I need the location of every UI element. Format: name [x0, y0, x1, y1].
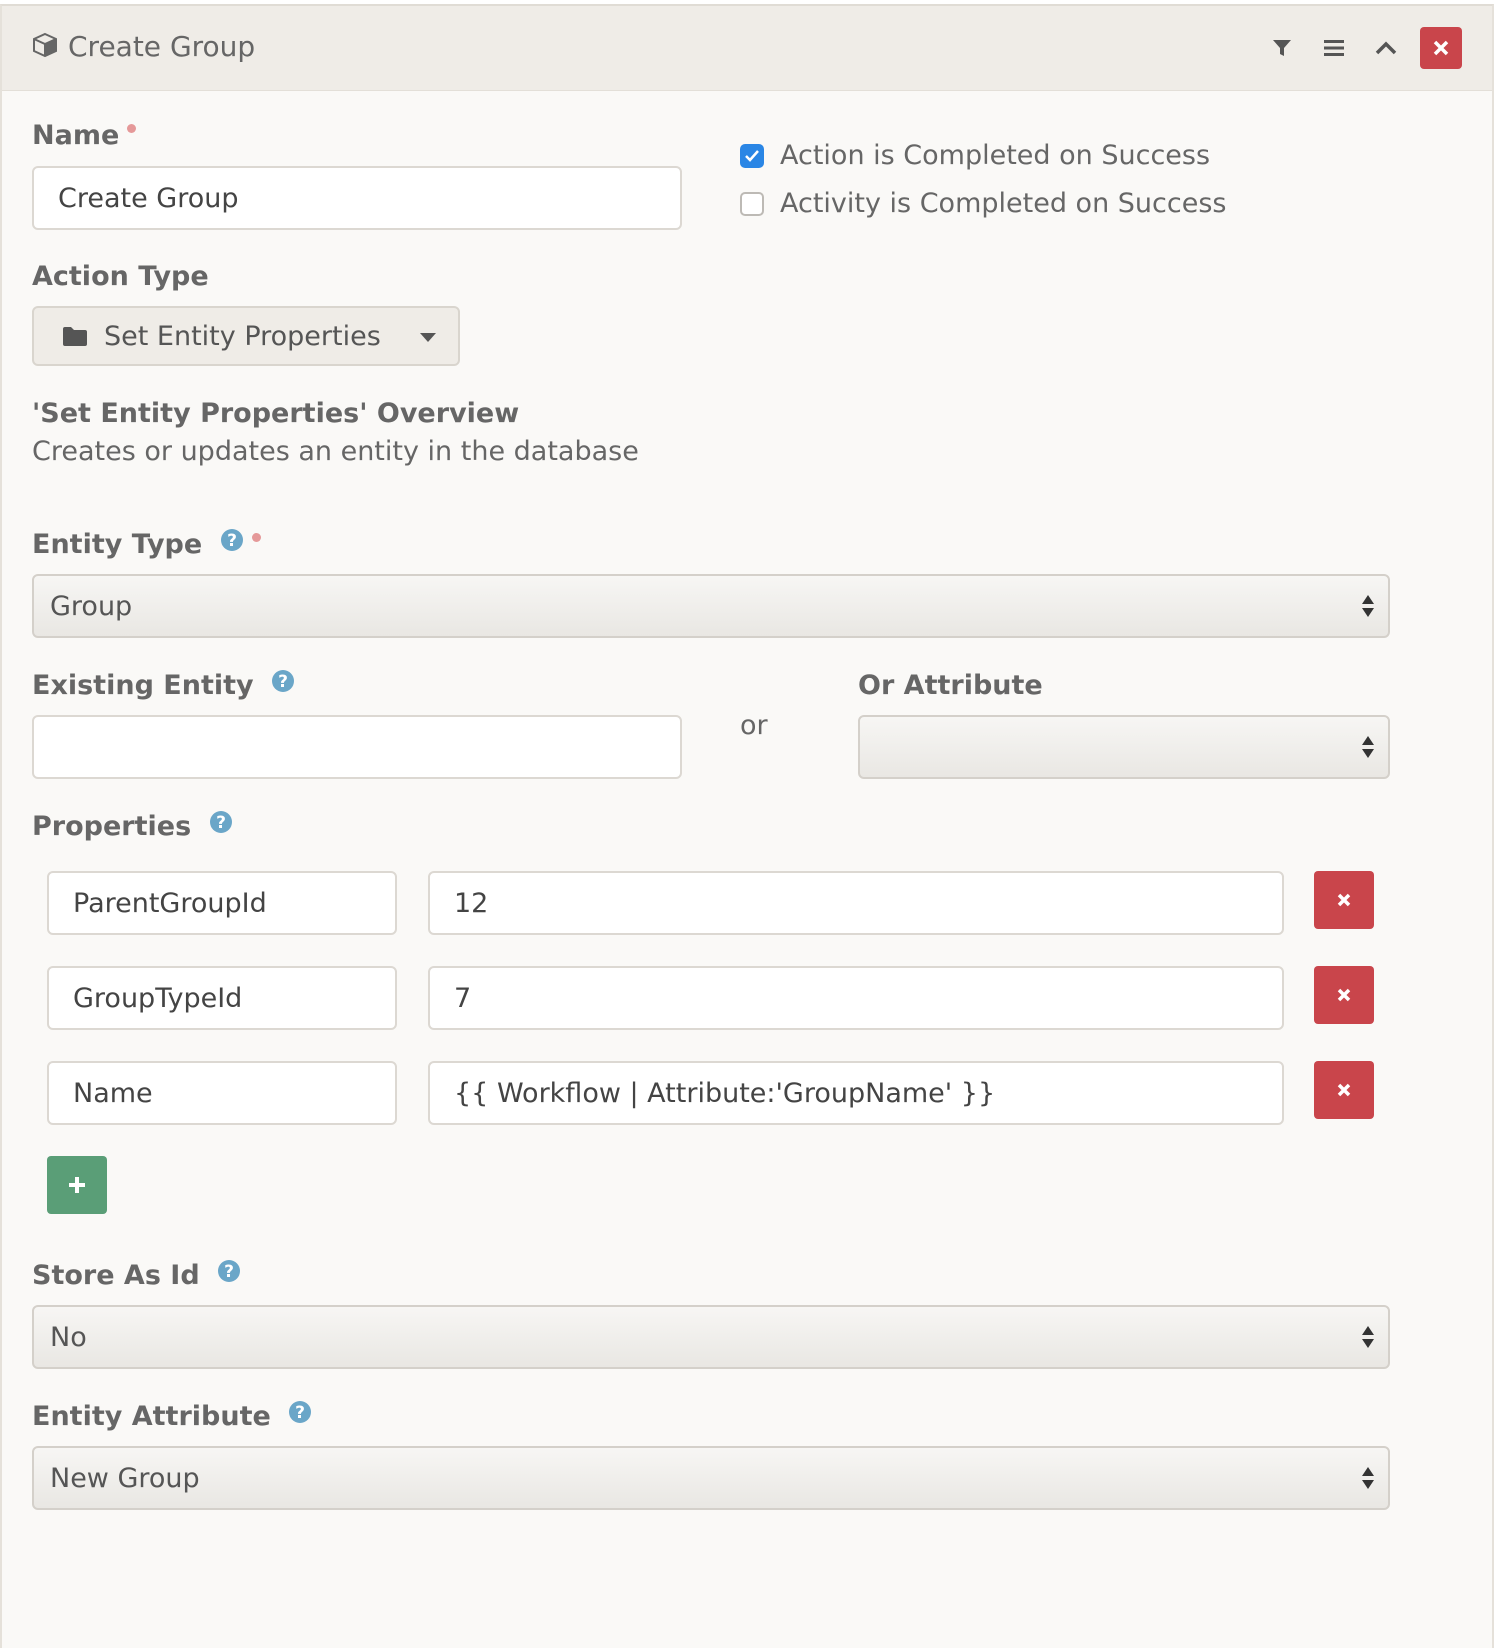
property-value-input[interactable]: {{ Workflow | Attribute:'GroupName' }} [428, 1061, 1284, 1125]
overview-title: 'Set Entity Properties' Overview [32, 398, 520, 429]
store-as-id-label: Store As Id ? [32, 1260, 241, 1291]
action-type-value: Set Entity Properties [104, 320, 381, 352]
menu-button[interactable] [1312, 26, 1356, 70]
activity-completed-checkbox-row[interactable]: Activity is Completed on Success [740, 188, 1226, 219]
caret-down-icon [420, 333, 436, 342]
close-icon [1337, 893, 1351, 907]
cube-icon [32, 32, 58, 62]
existing-entity-input[interactable] [32, 715, 682, 779]
remove-property-button[interactable] [1314, 871, 1374, 929]
help-icon[interactable]: ? [271, 669, 295, 700]
panel-header: Create Group [2, 6, 1492, 91]
action-type-dropdown[interactable]: Set Entity Properties [32, 306, 460, 366]
add-property-button[interactable] [47, 1156, 107, 1214]
remove-property-button[interactable] [1314, 1061, 1374, 1119]
entity-type-value: Group [50, 590, 133, 622]
remove-property-button[interactable] [1314, 966, 1374, 1024]
property-key-input[interactable]: GroupTypeId [47, 966, 397, 1030]
select-arrows-icon [1362, 595, 1374, 617]
svg-text:?: ? [224, 1262, 234, 1282]
panel-title: Create Group [68, 30, 256, 63]
or-text: or [740, 710, 768, 741]
activity-completed-checkbox[interactable] [740, 191, 764, 216]
select-arrows-icon [1362, 1326, 1374, 1348]
header-tools [1252, 26, 1462, 70]
entity-attribute-label: Entity Attribute ? [32, 1401, 312, 1432]
svg-text:?: ? [295, 1403, 305, 1423]
action-completed-label: Action is Completed on Success [780, 140, 1211, 171]
svg-text:?: ? [216, 813, 226, 833]
help-icon[interactable]: ? [220, 528, 244, 559]
entity-type-label: Entity Type ? [32, 529, 261, 560]
chevron-up-icon [1375, 41, 1397, 55]
help-icon[interactable]: ? [288, 1400, 312, 1431]
help-icon[interactable]: ? [217, 1259, 241, 1290]
action-completed-checkbox[interactable] [740, 143, 764, 168]
action-type-label: Action Type [32, 261, 209, 292]
header-title-group: Create Group [32, 30, 255, 63]
existing-entity-label: Existing Entity ? [32, 670, 295, 701]
required-indicator [127, 124, 137, 133]
menu-icon [1324, 40, 1344, 56]
plus-icon [69, 1177, 85, 1193]
entity-type-select[interactable]: Group [32, 574, 1390, 638]
properties-label: Properties ? [32, 811, 233, 842]
collapse-button[interactable] [1364, 26, 1408, 70]
or-attribute-select[interactable] [858, 715, 1390, 779]
required-indicator [251, 533, 261, 542]
name-label: Name [32, 120, 137, 151]
svg-text:?: ? [227, 531, 237, 551]
overview-description: Creates or updates an entity in the data… [32, 436, 639, 467]
close-button[interactable] [1420, 27, 1462, 69]
checkmark-icon [745, 149, 759, 162]
select-arrows-icon [1362, 1467, 1374, 1489]
folder-icon [63, 327, 87, 346]
name-input[interactable]: Create Group [32, 166, 682, 230]
svg-text:?: ? [278, 672, 288, 692]
property-value-input[interactable]: 12 [428, 871, 1284, 935]
filter-button[interactable] [1260, 26, 1304, 70]
store-as-id-select[interactable]: No [32, 1305, 1390, 1369]
entity-attribute-select[interactable]: New Group [32, 1446, 1390, 1510]
store-as-id-value: No [50, 1321, 87, 1353]
help-icon[interactable]: ? [209, 810, 233, 841]
activity-completed-label: Activity is Completed on Success [780, 188, 1227, 219]
close-icon [1337, 1083, 1351, 1097]
property-value-input[interactable]: 7 [428, 966, 1284, 1030]
entity-attribute-value: New Group [50, 1462, 200, 1494]
filter-icon [1273, 40, 1291, 56]
property-key-input[interactable]: Name [47, 1061, 397, 1125]
close-icon [1337, 988, 1351, 1002]
property-key-input[interactable]: ParentGroupId [47, 871, 397, 935]
action-completed-checkbox-row[interactable]: Action is Completed on Success [740, 140, 1210, 171]
or-attribute-label: Or Attribute [858, 670, 1043, 701]
select-arrows-icon [1362, 736, 1374, 758]
create-group-panel: Create Group Name Create Group Action is… [0, 4, 1494, 1648]
close-icon [1433, 40, 1449, 56]
